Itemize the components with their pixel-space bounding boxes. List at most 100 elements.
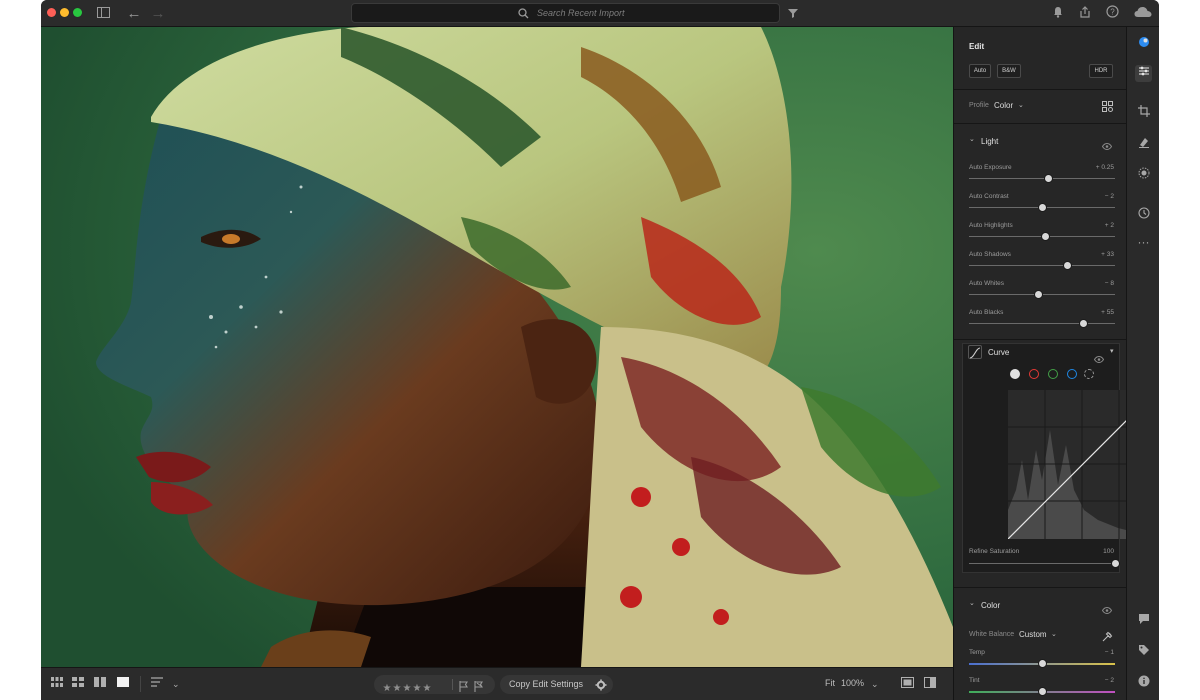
curve-visibility-eye-icon[interactable] xyxy=(1093,350,1105,368)
search-input[interactable]: Search Recent Import xyxy=(351,3,780,23)
profile-browser-icon[interactable] xyxy=(1102,99,1113,117)
light-slider-track[interactable] xyxy=(969,174,1115,183)
bottom-toolbar: ⌄ ★★★★★ Copy Edit Settings Fit 100% ⌄ xyxy=(41,667,953,700)
light-slider-knob[interactable] xyxy=(1040,232,1050,241)
curve-channel-green-icon[interactable] xyxy=(1048,369,1058,379)
light-slider-knob[interactable] xyxy=(1078,319,1088,328)
share-icon[interactable] xyxy=(1078,5,1092,22)
light-slider-value: + 2 xyxy=(1104,222,1114,229)
zoom-chevron-down-icon[interactable]: ⌄ xyxy=(871,677,879,691)
filter-icon[interactable] xyxy=(786,5,800,22)
light-slider-knob[interactable] xyxy=(1062,261,1072,270)
light-slider-track[interactable] xyxy=(969,232,1115,241)
star-icon[interactable]: ★ xyxy=(422,683,432,694)
light-visibility-eye-icon[interactable] xyxy=(1101,137,1113,155)
forward-arrow-icon[interactable]: → xyxy=(150,5,166,22)
settings-gear-icon[interactable] xyxy=(595,678,607,696)
my-photos-icon[interactable] xyxy=(1135,36,1152,53)
keywords-tag-icon[interactable] xyxy=(1135,644,1152,661)
reject-flag-icon[interactable] xyxy=(474,679,484,697)
masking-icon[interactable] xyxy=(1135,167,1152,184)
info-icon[interactable] xyxy=(1135,675,1152,692)
curve-mode-icon[interactable] xyxy=(968,345,982,359)
curve-channel-rgb-icon[interactable] xyxy=(1010,369,1020,379)
bw-button[interactable]: B&W xyxy=(997,64,1021,78)
sidebar-toggle-icon[interactable] xyxy=(95,5,111,22)
healing-brush-icon[interactable] xyxy=(1135,136,1152,153)
profile-label: Profile xyxy=(969,102,989,109)
light-slider-knob[interactable] xyxy=(1043,174,1053,183)
color-slider-knob[interactable] xyxy=(1038,659,1047,668)
curve-parametric-icon[interactable] xyxy=(1084,369,1094,379)
history-icon[interactable] xyxy=(1135,207,1152,224)
fit-label[interactable]: Fit xyxy=(825,678,835,688)
light-slider-knob[interactable] xyxy=(1038,203,1047,212)
refine-saturation-knob[interactable] xyxy=(1111,559,1120,568)
light-collapse-chevron-icon[interactable]: ⌄ xyxy=(969,135,975,143)
color-visibility-eye-icon[interactable] xyxy=(1101,601,1113,619)
refine-saturation-value: 100 xyxy=(1103,548,1114,555)
pick-flag-icon[interactable] xyxy=(459,679,469,697)
edit-panel: Edit Auto B&W HDR Profile Color ⌄ ⌄ Ligh… xyxy=(953,27,1157,700)
color-slider-knob[interactable] xyxy=(1038,687,1047,696)
star-icon[interactable]: ★ xyxy=(412,683,422,694)
light-section-title[interactable]: Light xyxy=(981,137,998,146)
crop-icon[interactable] xyxy=(1135,105,1152,122)
white-balance-dropdown[interactable]: Custom xyxy=(1019,630,1047,639)
curve-channel-blue-icon[interactable] xyxy=(1067,369,1077,379)
star-rating[interactable]: ★★★★★ xyxy=(382,678,432,696)
color-collapse-chevron-icon[interactable]: ⌄ xyxy=(969,599,975,607)
edit-sliders-icon[interactable] xyxy=(1135,65,1152,82)
curve-channel-red-icon[interactable] xyxy=(1029,369,1039,379)
color-slider-track[interactable] xyxy=(969,659,1115,668)
copy-edit-settings-button[interactable]: Copy Edit Settings xyxy=(500,675,613,694)
square-grid-view-icon[interactable] xyxy=(72,677,84,691)
chevron-down-icon[interactable]: ⌄ xyxy=(1018,101,1024,109)
star-icon[interactable]: ★ xyxy=(382,683,392,694)
white-balance-label: White Balance xyxy=(969,631,1015,638)
notifications-bell-icon[interactable] xyxy=(1051,5,1065,22)
light-slider-track[interactable] xyxy=(969,290,1115,299)
color-slider-track[interactable] xyxy=(969,687,1115,696)
filmstrip-icon[interactable] xyxy=(901,677,914,692)
divider xyxy=(140,676,141,692)
curve-section-title[interactable]: Curve xyxy=(988,348,1009,357)
grid-view-icon[interactable] xyxy=(51,677,63,691)
star-icon[interactable]: ★ xyxy=(392,683,402,694)
light-slider-value: − 8 xyxy=(1104,280,1114,287)
close-window-button[interactable] xyxy=(47,8,56,17)
profile-dropdown[interactable]: Color xyxy=(994,101,1013,110)
compare-view-icon[interactable] xyxy=(94,677,106,691)
divider xyxy=(954,123,1127,124)
chevron-down-icon[interactable]: ⌄ xyxy=(1051,630,1057,638)
before-after-icon[interactable] xyxy=(924,677,936,692)
detail-view-icon[interactable] xyxy=(117,677,129,691)
light-slider-knob[interactable] xyxy=(1033,290,1043,299)
curve-menu-chevron-icon[interactable]: ▾ xyxy=(1110,347,1114,355)
search-placeholder: Search Recent Import xyxy=(537,8,625,18)
zoom-level[interactable]: 100% xyxy=(841,678,864,688)
zoom-window-button[interactable] xyxy=(73,8,82,17)
cloud-sync-icon[interactable] xyxy=(1133,5,1153,22)
light-slider-track[interactable] xyxy=(969,319,1115,328)
star-icon[interactable]: ★ xyxy=(402,683,412,694)
tool-strip: ··· xyxy=(1126,27,1159,700)
light-slider-track[interactable] xyxy=(969,261,1115,270)
hdr-button[interactable]: HDR xyxy=(1089,64,1113,78)
comments-icon[interactable] xyxy=(1135,613,1152,630)
sort-chevron-down-icon[interactable]: ⌄ xyxy=(172,677,180,691)
auto-button[interactable]: Auto xyxy=(969,64,991,78)
minimize-window-button[interactable] xyxy=(60,8,69,17)
divider xyxy=(452,679,453,690)
eyedropper-icon[interactable] xyxy=(1102,629,1113,647)
more-options-icon[interactable]: ··· xyxy=(1135,234,1152,251)
light-slider-value: + 55 xyxy=(1101,309,1114,316)
light-slider-track[interactable] xyxy=(969,203,1115,212)
color-section-title[interactable]: Color xyxy=(981,601,1000,610)
help-icon[interactable]: ? xyxy=(1105,5,1119,22)
photo-canvas[interactable] xyxy=(41,27,953,667)
back-arrow-icon[interactable]: ← xyxy=(126,5,142,22)
refine-saturation-slider[interactable] xyxy=(969,559,1120,568)
sort-icon[interactable] xyxy=(151,677,164,691)
edit-panel-title: Edit xyxy=(969,42,985,51)
